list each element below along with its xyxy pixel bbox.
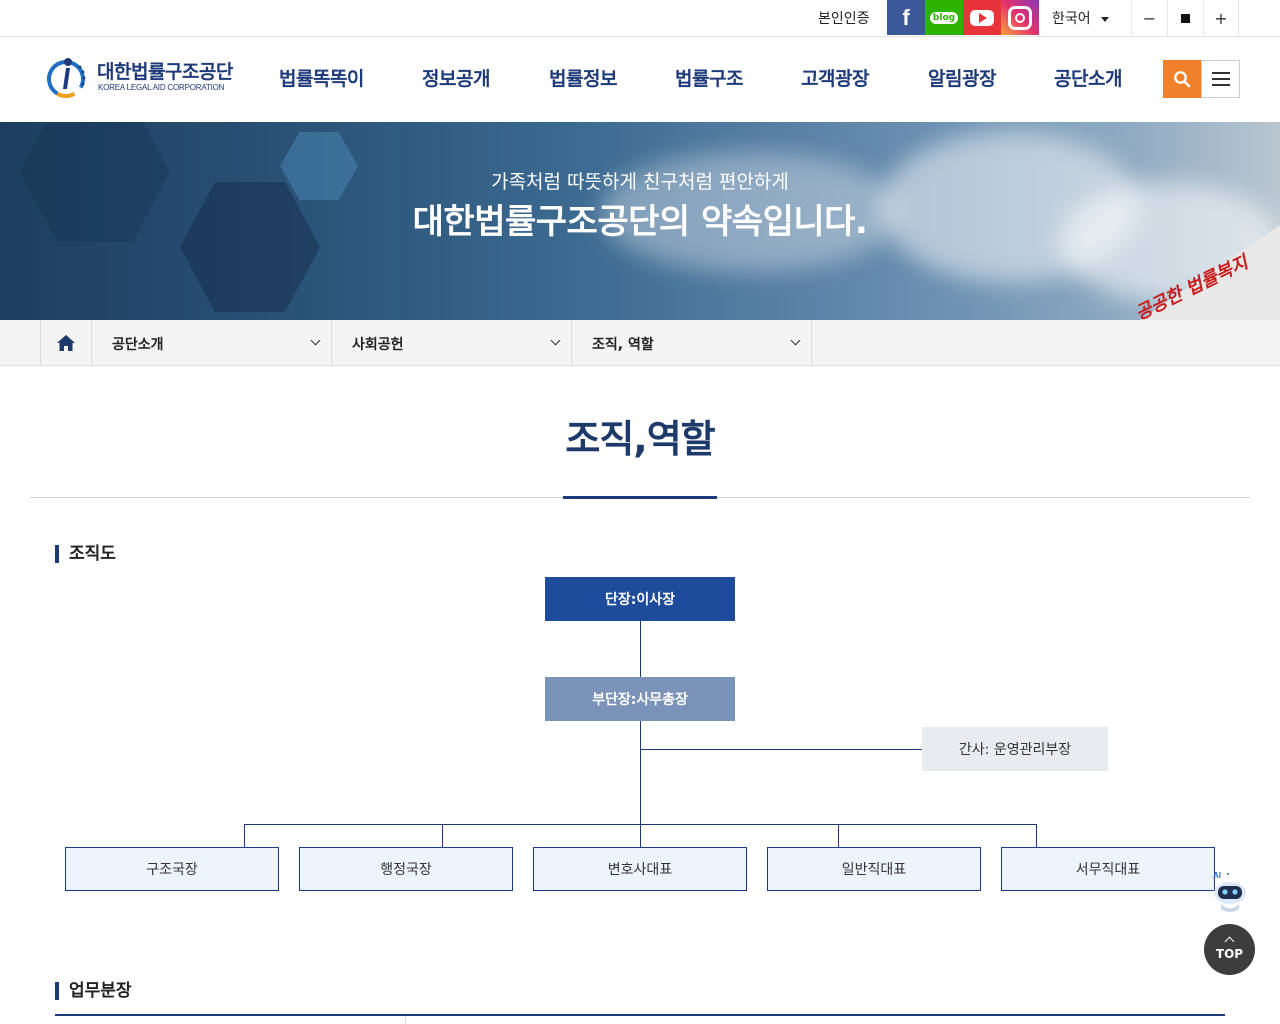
language-label: 한국어 — [1052, 11, 1091, 27]
identity-verification-link[interactable]: 본인인증 — [818, 8, 870, 28]
scroll-to-top-button[interactable]: TOP — [1204, 924, 1255, 975]
org-chart-heading: 조직도 — [55, 545, 116, 563]
location-depth1-label: 공단소개 — [112, 337, 164, 353]
blog-icon[interactable]: blog — [925, 0, 963, 35]
top-label: TOP — [1215, 947, 1244, 961]
nav-item-customer-plaza[interactable]: 고객광장 — [801, 64, 869, 91]
org-member-box: 서무직대표 — [1001, 847, 1215, 891]
org-connector — [838, 824, 839, 847]
org-connector — [442, 824, 443, 847]
instagram-icon[interactable] — [1001, 0, 1039, 35]
duty-table-column-divider — [405, 1016, 406, 1024]
logo-english-name: KOREA LEGAL AID CORPORATION — [98, 83, 225, 92]
org-head-box: 단장:이사장 — [545, 577, 735, 621]
org-connector — [640, 721, 641, 825]
chevron-down-icon — [790, 335, 801, 346]
duty-heading: 업무분장 — [55, 982, 132, 1000]
svg-text:AI: AI — [1213, 871, 1221, 880]
org-secretary-box: 간사: 운영관리부장 — [922, 727, 1108, 771]
org-connector — [640, 749, 922, 750]
nav-item-legal-aid[interactable]: 법률구조 — [675, 64, 743, 91]
page-title: 조직,역할 — [565, 417, 715, 461]
org-connector — [640, 824, 641, 847]
org-member-box: 변호사대표 — [533, 847, 747, 891]
zoom-reset-button[interactable] — [1167, 0, 1203, 36]
duty-table-top-border — [55, 1014, 1225, 1016]
org-deputy-box: 부단장:사무총장 — [545, 677, 735, 721]
blog-icon-label: blog — [929, 11, 959, 24]
org-member-box: 구조국장 — [65, 847, 279, 891]
logo-korean-name: 대한법률구조공단 — [97, 61, 233, 83]
nav-item-legal-smart[interactable]: 법률똑똑이 — [279, 64, 364, 91]
title-divider-accent — [563, 496, 717, 499]
logo-emblem-icon — [47, 58, 86, 98]
location-depth2-label: 사회공헌 — [352, 337, 404, 353]
youtube-icon[interactable] — [963, 0, 1001, 35]
home-button[interactable] — [40, 320, 92, 366]
banner-subtitle: 가족처럼 따뜻하게 친구처럼 편안하게 — [491, 171, 789, 193]
org-member-box: 일반직대표 — [767, 847, 981, 891]
facebook-icon[interactable]: f — [887, 0, 925, 35]
org-connector — [1036, 824, 1037, 847]
location-dropdown-depth2[interactable]: 사회공헌 — [332, 320, 572, 366]
search-button[interactable] — [1163, 60, 1201, 98]
hero-banner: 공공한 법률복지 가족처럼 따뜻하게 친구처럼 편안하게 대한법률구조공단의 약… — [0, 122, 1280, 320]
banner-title: 대한법률구조공단의 약속입니다. — [412, 202, 868, 242]
location-depth3-label: 조직, 역할 — [592, 337, 654, 353]
site-header: 대한법률구조공단 KOREA LEGAL AID CORPORATION 법률똑… — [0, 37, 1280, 122]
location-dropdown-depth3[interactable]: 조직, 역할 — [572, 320, 812, 366]
org-member-box: 행정국장 — [299, 847, 513, 891]
search-icon — [1174, 71, 1191, 88]
hamburger-menu-button[interactable] — [1201, 60, 1240, 98]
location-dropdown-depth1[interactable]: 공단소개 — [92, 320, 332, 366]
nav-item-legal-info[interactable]: 법률정보 — [549, 64, 617, 91]
nav-item-notice-plaza[interactable]: 알림광장 — [928, 64, 996, 91]
nav-item-info-disclosure[interactable]: 정보공개 — [422, 64, 490, 91]
ai-chatbot-button[interactable]: AI — [1209, 871, 1251, 917]
square-icon — [1181, 13, 1190, 23]
location-bar: 공단소개 사회공헌 조직, 역할 — [0, 320, 1280, 366]
nav-item-about[interactable]: 공단소개 — [1054, 64, 1122, 91]
utility-bar: 본인인증 f blog 한국어 − + — [0, 0, 1280, 37]
org-connector — [244, 824, 245, 847]
robot-icon: AI — [1213, 871, 1246, 912]
site-logo[interactable]: 대한법률구조공단 KOREA LEGAL AID CORPORATION — [44, 53, 244, 101]
org-connector — [640, 621, 641, 677]
home-icon — [57, 335, 75, 351]
chevron-down-icon — [310, 335, 321, 346]
language-select[interactable]: 한국어 — [1052, 8, 1109, 28]
chevron-up-icon — [1224, 936, 1235, 947]
chevron-down-icon — [550, 335, 561, 346]
caret-down-icon — [1100, 16, 1109, 22]
zoom-in-button[interactable]: + — [1203, 0, 1239, 36]
zoom-out-button[interactable]: − — [1131, 0, 1167, 36]
